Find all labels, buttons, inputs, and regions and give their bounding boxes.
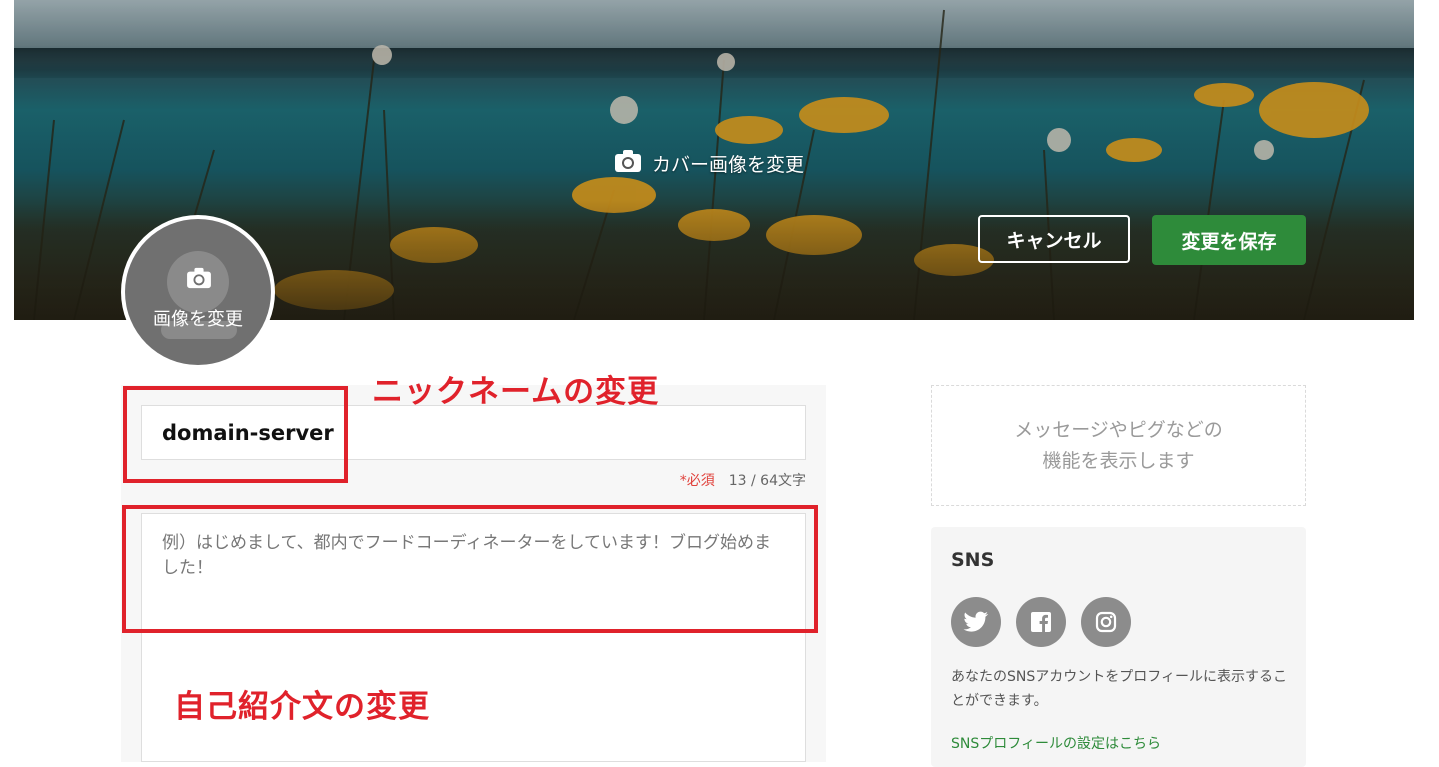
nickname-highlight-box <box>123 386 348 483</box>
avatar-image: 画像を変更 <box>125 219 271 365</box>
camera-icon <box>614 149 642 178</box>
save-changes-button[interactable]: 変更を保存 <box>1152 215 1306 265</box>
message-placeholder-line2: 機能を表示します <box>1042 449 1195 472</box>
required-label: *必須 <box>679 473 715 489</box>
nickname-annotation: ニックネームの変更 <box>372 374 660 410</box>
twitter-icon[interactable] <box>951 597 1001 647</box>
change-cover-label: カバー画像を変更 <box>652 153 805 176</box>
sns-description: あなたのSNSアカウントをプロフィールに表示することができます。 <box>951 669 1287 709</box>
message-placeholder-line1: メッセージやピグなどの <box>1014 418 1223 441</box>
instagram-icon[interactable] <box>1081 597 1131 647</box>
change-cover-button[interactable]: カバー画像を変更 <box>614 148 804 178</box>
bio-highlight-box <box>122 505 818 633</box>
camera-icon <box>186 267 212 293</box>
sns-title: SNS <box>951 549 995 571</box>
sns-settings-link[interactable]: SNSプロフィールの設定はこちら <box>951 733 1161 753</box>
cancel-button[interactable]: キャンセル <box>978 215 1130 263</box>
avatar[interactable]: 画像を変更 <box>121 215 275 369</box>
bio-annotation: 自己紹介文の変更 <box>174 689 430 725</box>
sns-icon-row <box>951 597 1131 647</box>
nickname-counter: *必須 13 / 64文字 <box>600 470 806 490</box>
sns-card: SNS あなたのSNSアカウントをプロフィールに表示することができます。 SNS… <box>931 527 1306 767</box>
message-placeholder-box: メッセージやピグなどの 機能を表示します <box>931 385 1306 506</box>
change-avatar-label[interactable]: 画像を変更 <box>125 305 271 331</box>
char-count: 13 / 64文字 <box>728 473 806 489</box>
facebook-icon[interactable] <box>1016 597 1066 647</box>
